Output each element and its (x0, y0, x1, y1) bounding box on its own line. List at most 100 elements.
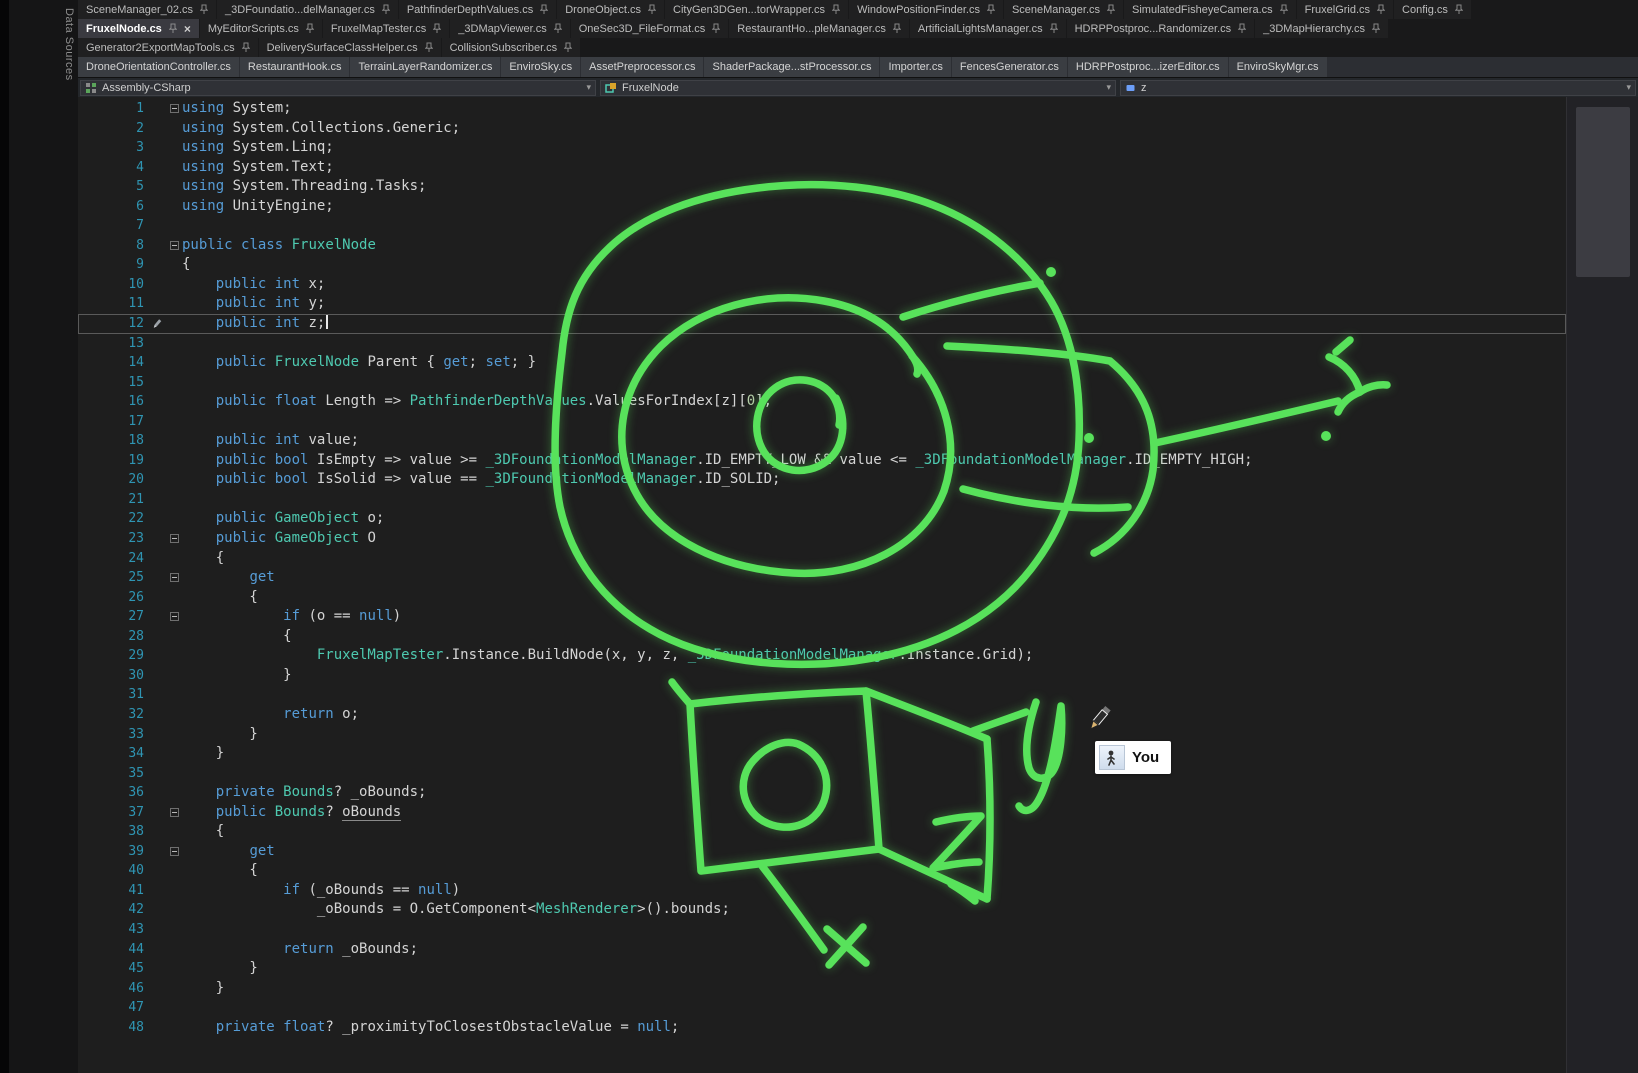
tab-scenemanager-cs[interactable]: SceneManager.cs (1004, 0, 1123, 19)
code-line-24[interactable]: 24 { (78, 549, 1566, 569)
pin-icon[interactable] (425, 42, 433, 53)
fold-collapse-icon[interactable] (170, 534, 179, 543)
tab-artificiallightsmanager-cs[interactable]: ArtificialLightsManager.cs (910, 19, 1066, 38)
code-line-13[interactable]: 13 (78, 334, 1566, 354)
tab-myeditorscripts-cs[interactable]: MyEditorScripts.cs (200, 19, 322, 38)
pin-icon[interactable] (832, 4, 840, 15)
tab-fruxelmaptester-cs[interactable]: FruxelMapTester.cs (323, 19, 449, 38)
code-line-33[interactable]: 33 } (78, 725, 1566, 745)
pin-icon[interactable] (1280, 4, 1288, 15)
code-line-19[interactable]: 19 public bool IsEmpty => value >= _3DFo… (78, 451, 1566, 471)
code-line-2[interactable]: 2using System.Collections.Generic; (78, 119, 1566, 139)
fold-collapse-icon[interactable] (170, 612, 179, 621)
tab-deliverysurfaceclasshelper-cs[interactable]: DeliverySurfaceClassHelper.cs (259, 38, 441, 57)
tab-envirosky-cs[interactable]: EnviroSky.cs (501, 57, 580, 77)
code-line-25[interactable]: 25 get (78, 568, 1566, 588)
pin-icon[interactable] (564, 42, 572, 53)
pin-icon[interactable] (169, 23, 177, 34)
pin-icon[interactable] (987, 4, 995, 15)
tab-shaderpackage-stprocessor-cs[interactable]: ShaderPackage...stProcessor.cs (704, 57, 879, 77)
code-line-10[interactable]: 10 public int x; (78, 275, 1566, 295)
pin-icon[interactable] (1238, 23, 1246, 34)
pin-icon[interactable] (648, 4, 656, 15)
tab--3dmapviewer-cs[interactable]: _3DMapViewer.cs (450, 19, 569, 38)
pin-icon[interactable] (1455, 4, 1463, 15)
code-line-43[interactable]: 43 (78, 920, 1566, 940)
code-line-14[interactable]: 14 public FruxelNode Parent { get; set; … (78, 353, 1566, 373)
code-line-3[interactable]: 3using System.Linq; (78, 138, 1566, 158)
tab-enviroskymgr-cs[interactable]: EnviroSkyMgr.cs (1229, 57, 1327, 77)
code-line-44[interactable]: 44 return _oBounds; (78, 940, 1566, 960)
tab-simulatedfisheyecamera-cs[interactable]: SimulatedFisheyeCamera.cs (1124, 0, 1296, 19)
code-line-15[interactable]: 15 (78, 373, 1566, 393)
project-dropdown[interactable]: Assembly-CSharp ▾ (80, 80, 596, 96)
member-dropdown[interactable]: z ▾ (1120, 80, 1636, 96)
tab-fencesgenerator-cs[interactable]: FencesGenerator.cs (952, 57, 1067, 77)
pin-icon[interactable] (433, 23, 441, 34)
pin-icon[interactable] (382, 4, 390, 15)
code-line-22[interactable]: 22 public GameObject o; (78, 509, 1566, 529)
code-line-47[interactable]: 47 (78, 998, 1566, 1018)
code-line-34[interactable]: 34 } (78, 744, 1566, 764)
tab-fruxelnode-cs[interactable]: FruxelNode.cs× (78, 19, 199, 38)
tab-assetpreprocessor-cs[interactable]: AssetPreprocessor.cs (581, 57, 703, 77)
tab-generator2exportmaptools-cs[interactable]: Generator2ExportMapTools.cs (78, 38, 258, 57)
code-line-16[interactable]: 16 public float Length => PathfinderDept… (78, 392, 1566, 412)
code-line-41[interactable]: 41 if (_oBounds == null) (78, 881, 1566, 901)
tab-onesec3d-fileformat-cs[interactable]: OneSec3D_FileFormat.cs (571, 19, 729, 38)
code-line-8[interactable]: 8public class FruxelNode (78, 236, 1566, 256)
code-line-38[interactable]: 38 { (78, 822, 1566, 842)
code-line-36[interactable]: 36 private Bounds? _oBounds; (78, 783, 1566, 803)
code-line-48[interactable]: 48 private float? _proximityToClosestObs… (78, 1018, 1566, 1038)
code-line-26[interactable]: 26 { (78, 588, 1566, 608)
tab-terrainlayerrandomizer-cs[interactable]: TerrainLayerRandomizer.cs (350, 57, 500, 77)
vertical-scrollbar[interactable] (1566, 97, 1638, 1073)
fold-collapse-icon[interactable] (170, 104, 179, 113)
code-line-42[interactable]: 42 _oBounds = O.GetComponent<MeshRendere… (78, 900, 1566, 920)
pin-icon[interactable] (1372, 23, 1380, 34)
tab-config-cs[interactable]: Config.cs (1394, 0, 1471, 19)
tab--3dmaphierarchy-cs[interactable]: _3DMapHierarchy.cs (1255, 19, 1388, 38)
tab-hdrppostproc-izereditor-cs[interactable]: HDRPPostproc...izerEditor.cs (1068, 57, 1228, 77)
tab-restauranthook-cs[interactable]: RestaurantHook.cs (240, 57, 350, 77)
code-line-46[interactable]: 46 } (78, 979, 1566, 999)
code-line-20[interactable]: 20 public bool IsSolid => value == _3DFo… (78, 470, 1566, 490)
close-icon[interactable]: × (184, 23, 191, 35)
code-line-28[interactable]: 28 { (78, 627, 1566, 647)
code-line-29[interactable]: 29 FruxelMapTester.Instance.BuildNode(x,… (78, 646, 1566, 666)
scrollbar-thumb[interactable] (1576, 107, 1630, 277)
tab-restaurantho-plemanager-cs[interactable]: RestaurantHo...pleManager.cs (729, 19, 909, 38)
code-line-40[interactable]: 40 { (78, 861, 1566, 881)
tab-droneobject-cs[interactable]: DroneObject.cs (557, 0, 664, 19)
pin-icon[interactable] (1377, 4, 1385, 15)
pin-icon[interactable] (540, 4, 548, 15)
code-line-32[interactable]: 32 return o; (78, 705, 1566, 725)
code-line-21[interactable]: 21 (78, 490, 1566, 510)
code-line-5[interactable]: 5using System.Threading.Tasks; (78, 177, 1566, 197)
data-sources-vertical-tab[interactable]: Data Sources (60, 0, 78, 89)
code-line-27[interactable]: 27 if (o == null) (78, 607, 1566, 627)
code-line-39[interactable]: 39 get (78, 842, 1566, 862)
pin-icon[interactable] (1107, 4, 1115, 15)
code-line-23[interactable]: 23 public GameObject O (78, 529, 1566, 549)
code-line-35[interactable]: 35 (78, 764, 1566, 784)
pin-icon[interactable] (893, 23, 901, 34)
fold-collapse-icon[interactable] (170, 808, 179, 817)
tab-droneorientationcontroller-cs[interactable]: DroneOrientationController.cs (78, 57, 239, 77)
pin-icon[interactable] (200, 4, 208, 15)
fold-collapse-icon[interactable] (170, 241, 179, 250)
code-line-6[interactable]: 6using UnityEngine; (78, 197, 1566, 217)
code-line-37[interactable]: 37 public Bounds? oBounds (78, 803, 1566, 823)
code-line-18[interactable]: 18 public int value; (78, 431, 1566, 451)
tab-importer-cs[interactable]: Importer.cs (880, 57, 950, 77)
tab-scenemanager-02-cs[interactable]: SceneManager_02.cs (78, 0, 216, 19)
pin-icon[interactable] (712, 23, 720, 34)
tab-collisionsubscriber-cs[interactable]: CollisionSubscriber.cs (442, 38, 581, 57)
code-line-45[interactable]: 45 } (78, 959, 1566, 979)
code-line-30[interactable]: 30 } (78, 666, 1566, 686)
code-line-12[interactable]: 12 public int z; (78, 314, 1566, 334)
tab-windowpositionfinder-cs[interactable]: WindowPositionFinder.cs (849, 0, 1003, 19)
tab-fruxelgrid-cs[interactable]: FruxelGrid.cs (1297, 0, 1393, 19)
code-line-9[interactable]: 9{ (78, 255, 1566, 275)
pin-icon[interactable] (242, 42, 250, 53)
